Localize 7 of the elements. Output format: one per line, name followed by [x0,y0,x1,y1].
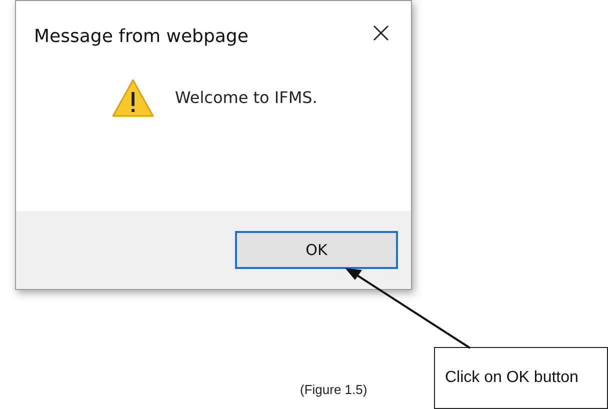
dialog-title: Message from webpage [33,25,248,49]
message-text: Welcome to IFMS. [175,87,318,109]
figure-caption: (Figure 1.5) [300,381,368,399]
warning-icon [111,78,155,118]
callout-text: Click on OK button [434,347,608,409]
ok-button[interactable]: OK [235,231,398,269]
close-icon[interactable] [373,25,389,41]
